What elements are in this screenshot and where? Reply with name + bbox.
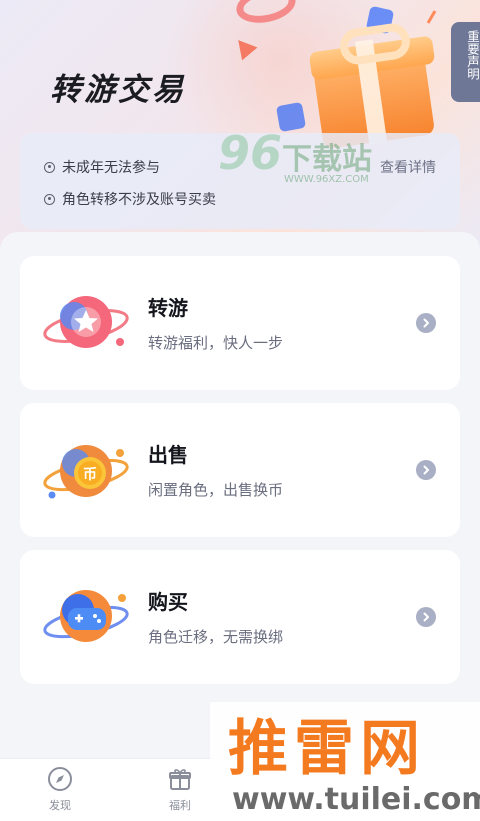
decor-spark — [426, 10, 437, 24]
important-notice-tab[interactable]: 重要声明 — [451, 22, 480, 102]
watermark-url: www.tuilei.com — [232, 782, 480, 817]
chevron-right-icon[interactable] — [416, 313, 436, 333]
tab-welfare[interactable]: 福利 — [150, 765, 210, 813]
chevron-right-icon[interactable] — [416, 607, 436, 627]
card-buy[interactable]: 购买 角色迁移，无需换绑 — [20, 550, 460, 684]
watermark-text: 下载站 — [282, 142, 372, 177]
bullet-icon — [44, 193, 55, 205]
star-planet-icon — [43, 296, 129, 348]
gamepad-planet-icon — [43, 590, 129, 642]
compass-icon — [48, 767, 72, 791]
card-title: 转游 — [148, 296, 188, 320]
chevron-right-icon[interactable] — [416, 460, 436, 480]
notice-item-text: 未成年无法参与 — [62, 160, 160, 176]
card-transfer[interactable]: 转游 转游福利，快人一步 — [20, 256, 460, 390]
view-details-link[interactable]: 查看详情 — [380, 157, 436, 177]
coin-planet-icon: 币 — [43, 445, 129, 499]
watermark-tuilei: 推雷网 www.tuilei.com — [210, 702, 480, 821]
tab-label: 福利 — [169, 799, 191, 812]
page-title: 转游交易 — [50, 72, 186, 108]
watermark-number: 96 — [218, 126, 283, 180]
watermark-96xz: 96 下载站 WWW.96XZ.COM — [218, 126, 388, 196]
card-title: 出售 — [148, 443, 188, 467]
notice-item: 角色转移不涉及账号买卖 — [44, 189, 216, 209]
watermark-url: WWW.96XZ.COM — [284, 174, 369, 185]
tab-label: 发现 — [49, 799, 71, 812]
card-title: 购买 — [148, 590, 188, 614]
svg-text:币: 币 — [83, 467, 97, 483]
card-subtitle: 闲置角色，出售换币 — [148, 481, 284, 499]
notice-item-text: 角色转移不涉及账号买卖 — [62, 192, 216, 208]
gift-box-icon — [169, 769, 191, 790]
bullet-icon — [44, 161, 55, 173]
card-subtitle: 转游福利，快人一步 — [148, 334, 284, 352]
tab-discover[interactable]: 发现 — [30, 765, 90, 813]
card-subtitle: 角色迁移，无需换绑 — [148, 628, 284, 646]
card-sell[interactable]: 币 出售 闲置角色，出售换币 — [20, 403, 460, 537]
notice-item: 未成年无法参与 — [44, 157, 160, 177]
watermark-text: 推雷网 — [228, 714, 426, 784]
